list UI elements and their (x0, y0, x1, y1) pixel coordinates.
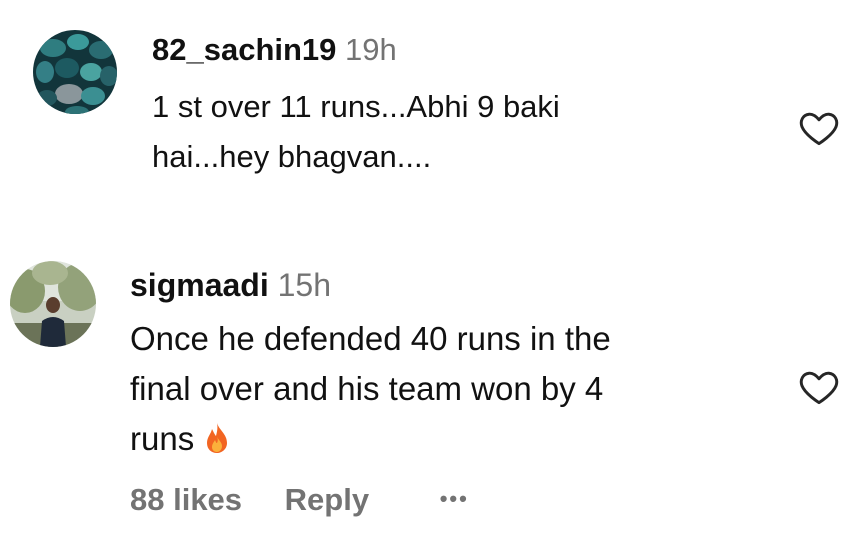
comment-text: Once he defended 40 runs in the final ov… (130, 314, 611, 468)
comment-text-line: runs (130, 420, 195, 457)
comment-item: 82_sachin19 19h 1 st over 11 runs...Abhi… (0, 0, 864, 230)
comment-header: 82_sachin19 19h (152, 30, 560, 70)
fire-icon (203, 418, 231, 468)
timestamp[interactable]: 19h (345, 32, 397, 67)
comment-body: sigmaadi 15h Once he defended 40 runs in… (130, 264, 611, 468)
comment-text-line: 1 st over 11 runs...Abhi 9 baki (152, 89, 560, 124)
likes-count[interactable]: 88 likes (130, 482, 242, 518)
heart-outline-icon (799, 112, 839, 146)
comment-text-line: final over and his team won by 4 (130, 370, 604, 407)
reply-button[interactable]: Reply (285, 482, 369, 518)
username[interactable]: 82_sachin19 (152, 32, 336, 67)
stones-avatar-image (33, 30, 117, 114)
person-outdoor-avatar-image (10, 261, 96, 347)
like-button[interactable] (797, 365, 841, 409)
comment-header: sigmaadi 15h (130, 264, 611, 306)
more-options-icon[interactable]: ••• (440, 486, 469, 512)
avatar[interactable] (10, 261, 96, 347)
timestamp[interactable]: 15h (278, 267, 331, 303)
comment-actions: 88 likes Reply ••• (130, 482, 469, 518)
heart-outline-icon (799, 371, 839, 405)
username[interactable]: sigmaadi (130, 267, 269, 303)
comment-text: 1 st over 11 runs...Abhi 9 baki hai...he… (152, 82, 560, 182)
comment-text-line: Once he defended 40 runs in the (130, 320, 611, 357)
comment-text-line: hai...hey bhagvan.... (152, 139, 432, 174)
avatar[interactable] (33, 30, 117, 114)
comment-item: sigmaadi 15h Once he defended 40 runs in… (0, 250, 864, 540)
like-button[interactable] (797, 106, 841, 150)
comment-body: 82_sachin19 19h 1 st over 11 runs...Abhi… (152, 30, 560, 182)
comment-text-line-last: runs (130, 414, 611, 468)
